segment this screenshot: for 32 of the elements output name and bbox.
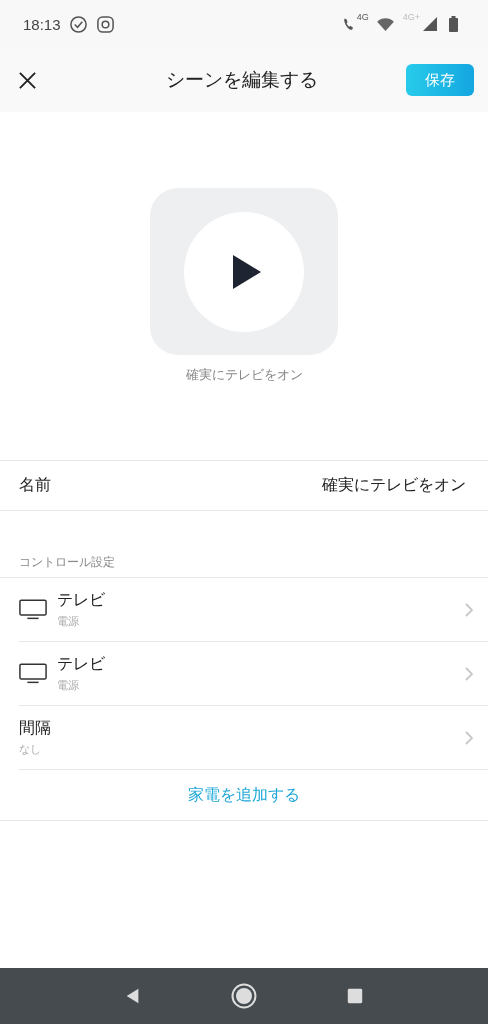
status-time: 18:13: [23, 15, 61, 33]
tv-icon: [19, 663, 47, 684]
signal-icon: [423, 17, 437, 31]
name-row[interactable]: 名前 確実にテレビをオン: [0, 460, 488, 511]
control-row[interactable]: 間隔 なし: [19, 706, 488, 770]
name-label: 名前: [19, 475, 51, 496]
chevron-icon: [464, 665, 474, 682]
control-row[interactable]: テレビ 電源: [19, 578, 488, 642]
wifi-icon: [376, 17, 394, 31]
tv-icon: [19, 599, 47, 620]
play-icon: [233, 254, 261, 289]
control-title: 間隔: [19, 718, 52, 739]
chevron-icon: [464, 601, 474, 618]
control-title: テレビ: [57, 590, 106, 611]
section-heading: コントロール設定: [18, 554, 116, 571]
home-icon[interactable]: [231, 983, 257, 1009]
network-label: 4G: [356, 12, 369, 22]
control-title: テレビ: [57, 654, 106, 675]
control-subtitle: 電源: [57, 678, 80, 693]
name-value: 確実にテレビをオン: [322, 475, 466, 496]
control-subtitle: 電源: [57, 614, 80, 629]
screen-title: シーンを編集する: [165, 67, 318, 92]
check-circle-icon: [68, 14, 88, 34]
scene-caption: 確実にテレビをオン: [185, 366, 303, 384]
control-subtitle: なし: [19, 742, 42, 757]
scene-tile[interactable]: [150, 188, 338, 355]
recents-icon[interactable]: [345, 987, 364, 1005]
chevron-icon: [464, 729, 474, 746]
close-icon[interactable]: [18, 70, 37, 90]
phone-icon: [342, 17, 354, 31]
battery-icon: [449, 16, 458, 32]
control-row[interactable]: テレビ 電源: [19, 642, 488, 706]
